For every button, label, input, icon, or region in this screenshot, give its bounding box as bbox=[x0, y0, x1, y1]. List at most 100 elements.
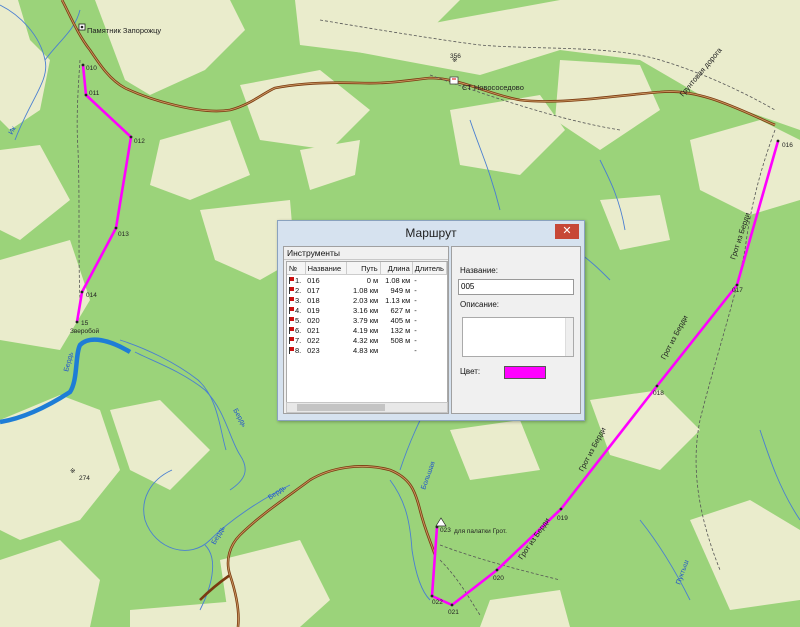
row-number: 4. bbox=[295, 305, 302, 315]
waypoint-label: 012 bbox=[134, 138, 145, 145]
column-header-number[interactable]: № bbox=[287, 262, 306, 275]
row-name: 016 bbox=[307, 275, 320, 285]
row-number: 3. bbox=[295, 295, 302, 305]
row-number: 6. bbox=[295, 325, 302, 335]
color-picker-button[interactable] bbox=[504, 366, 546, 379]
close-button[interactable]: ✕ bbox=[555, 224, 579, 239]
waypoint-label: 011 bbox=[89, 90, 100, 97]
monument-icon bbox=[78, 23, 86, 31]
list-header-row: № Название Путь Длина Длитель bbox=[287, 262, 447, 275]
row-duration: - bbox=[414, 345, 417, 355]
village-icon bbox=[449, 76, 459, 85]
waypoint-label: 018 bbox=[653, 390, 664, 397]
column-header-name[interactable]: Название bbox=[305, 262, 347, 275]
waypoint-label: 021 bbox=[448, 609, 459, 616]
row-path: 4.32 км bbox=[353, 335, 379, 345]
tools-panel: Инструменты № Название Путь Длина Длител… bbox=[283, 246, 449, 414]
row-length bbox=[380, 345, 412, 355]
row-length: 1.13 км bbox=[385, 295, 411, 305]
height-marker-icon-2: ※ bbox=[70, 468, 76, 475]
route-dialog[interactable]: Маршрут ✕ Инструменты № Название Путь Дл… bbox=[277, 220, 585, 421]
list-item[interactable]: 4. 019 3.16 км 627 м - bbox=[287, 305, 447, 315]
row-duration: - bbox=[414, 315, 417, 325]
row-length: 508 м bbox=[390, 335, 411, 345]
flag-icon bbox=[289, 337, 294, 345]
row-name: 019 bbox=[307, 305, 320, 315]
waypoint-label: 010 bbox=[86, 65, 97, 72]
row-name: 018 bbox=[307, 295, 320, 305]
row-length: 627 м bbox=[390, 305, 411, 315]
waypoint-label: 022 bbox=[432, 599, 443, 606]
tools-header: Инструменты bbox=[284, 247, 448, 260]
row-number: 2. bbox=[295, 285, 302, 295]
row-number: 8. bbox=[295, 345, 302, 355]
scrollbar-thumb[interactable] bbox=[297, 404, 385, 411]
row-path: 3.79 км bbox=[353, 315, 379, 325]
list-item[interactable]: 2. 017 1.08 км 949 м - bbox=[287, 285, 447, 295]
column-header-path[interactable]: Путь bbox=[346, 262, 381, 275]
row-path: 3.16 км bbox=[353, 305, 379, 315]
route-name-input[interactable] bbox=[458, 279, 574, 295]
flag-icon bbox=[289, 307, 294, 315]
row-duration: - bbox=[414, 275, 417, 285]
flag-icon bbox=[289, 327, 294, 335]
column-header-duration[interactable]: Длитель bbox=[412, 262, 447, 275]
row-length: 1.08 км bbox=[385, 275, 411, 285]
properties-panel: Название: Описание: Цвет: bbox=[451, 246, 581, 414]
row-path: 4.83 км bbox=[353, 345, 379, 355]
row-duration: - bbox=[414, 305, 417, 315]
row-duration: - bbox=[414, 285, 417, 295]
waypoint-list[interactable]: № Название Путь Длина Длитель 1. 016 0 м… bbox=[286, 261, 448, 403]
waypoint-label: 019 bbox=[557, 515, 568, 522]
flag-icon bbox=[289, 287, 294, 295]
list-item[interactable]: 5. 020 3.79 км 405 м - bbox=[287, 315, 447, 325]
row-name: 021 bbox=[307, 325, 320, 335]
column-header-length[interactable]: Длина bbox=[380, 262, 413, 275]
row-length: 949 м bbox=[390, 285, 411, 295]
height-274: 274 bbox=[79, 475, 90, 482]
list-item[interactable]: 6. 021 4.19 км 132 м - bbox=[287, 325, 447, 335]
description-label: Описание: bbox=[460, 300, 500, 309]
row-name: 017 bbox=[307, 285, 320, 295]
place-label-monument: Памятник Запорожцу bbox=[87, 26, 161, 35]
waypoint-label: 020 bbox=[493, 575, 504, 582]
flag-icon bbox=[289, 317, 294, 325]
waypoint-label: 014 bbox=[86, 292, 97, 299]
waypoint-label: 016 bbox=[782, 142, 793, 149]
row-duration: - bbox=[414, 335, 417, 345]
row-length: 132 м bbox=[390, 325, 411, 335]
waypoint-label: 15 bbox=[81, 320, 89, 327]
description-scrollbar[interactable] bbox=[565, 318, 573, 356]
row-duration: - bbox=[414, 325, 417, 335]
row-length: 405 м bbox=[390, 315, 411, 325]
row-path: 4.19 км bbox=[353, 325, 379, 335]
waypoint-label: 017 bbox=[732, 287, 743, 294]
name-label: Название: bbox=[460, 266, 498, 275]
flag-icon bbox=[289, 347, 294, 355]
place-label-village: СТ Новососедово bbox=[462, 83, 524, 92]
horizontal-scrollbar[interactable] bbox=[286, 402, 448, 413]
row-name: 023 bbox=[307, 345, 320, 355]
waypoint-label: 023 bbox=[440, 527, 451, 534]
row-path: 0 м bbox=[366, 275, 379, 285]
list-item[interactable]: 7. 022 4.32 км 508 м - bbox=[287, 335, 447, 345]
flag-icon bbox=[289, 297, 294, 305]
row-path: 1.08 км bbox=[353, 285, 379, 295]
place-label-zverobay: Зверобой bbox=[70, 327, 99, 335]
color-label: Цвет: bbox=[460, 367, 481, 376]
row-duration: - bbox=[414, 295, 417, 305]
row-name: 022 bbox=[307, 335, 320, 345]
flag-icon bbox=[289, 277, 294, 285]
list-item[interactable]: 3. 018 2.03 км 1.13 км - bbox=[287, 295, 447, 305]
row-number: 7. bbox=[295, 335, 302, 345]
place-label-tent: для палатки Грот. bbox=[454, 528, 507, 535]
dialog-title: Маршрут bbox=[405, 226, 457, 240]
row-path: 2.03 км bbox=[353, 295, 379, 305]
waypoint-label: 013 bbox=[118, 231, 129, 238]
row-number: 1. bbox=[295, 275, 302, 285]
row-number: 5. bbox=[295, 315, 302, 325]
height-356: 356 bbox=[450, 53, 461, 60]
list-item[interactable]: 8. 023 4.83 км - bbox=[287, 345, 447, 355]
description-textarea[interactable] bbox=[462, 317, 574, 357]
list-item[interactable]: 1. 016 0 м 1.08 км - bbox=[287, 275, 447, 286]
